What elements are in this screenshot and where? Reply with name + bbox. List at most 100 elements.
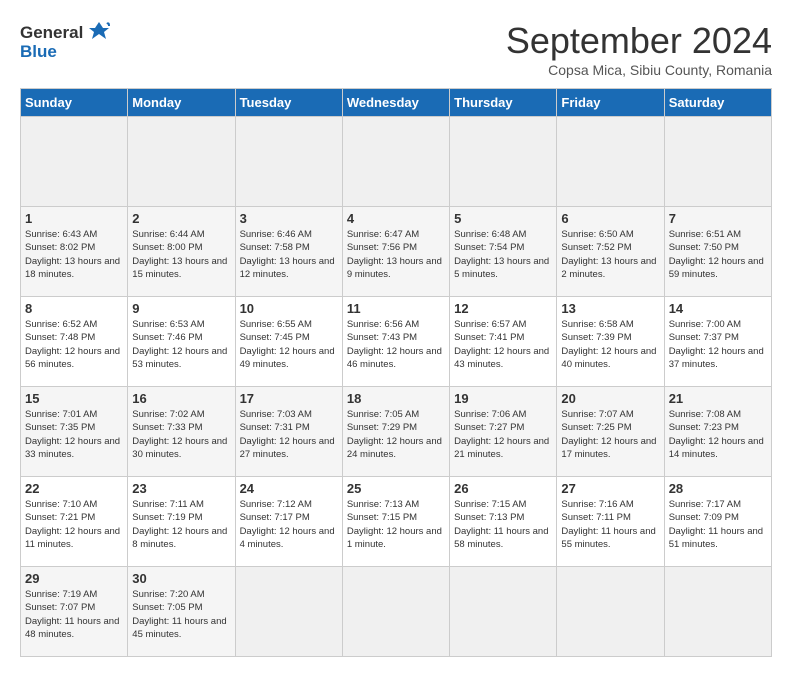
day-info: Sunrise: 6:48 AMSunset: 7:54 PMDaylight:…	[454, 228, 552, 281]
day-number: 5	[454, 211, 552, 226]
day-number: 26	[454, 481, 552, 496]
calendar-week-row: 22 Sunrise: 7:10 AMSunset: 7:21 PMDayligh…	[21, 477, 772, 567]
month-title: September 2024	[506, 20, 772, 62]
day-info: Sunrise: 6:47 AMSunset: 7:56 PMDaylight:…	[347, 228, 445, 281]
calendar-day-cell: 6 Sunrise: 6:50 AMSunset: 7:52 PMDaylight…	[557, 207, 664, 297]
calendar-header-wednesday: Wednesday	[342, 89, 449, 117]
day-info: Sunrise: 6:55 AMSunset: 7:45 PMDaylight:…	[240, 318, 338, 371]
day-info: Sunrise: 7:07 AMSunset: 7:25 PMDaylight:…	[561, 408, 659, 461]
day-number: 4	[347, 211, 445, 226]
calendar-day-cell	[128, 117, 235, 207]
day-number: 6	[561, 211, 659, 226]
day-info: Sunrise: 6:57 AMSunset: 7:41 PMDaylight:…	[454, 318, 552, 371]
calendar-header-friday: Friday	[557, 89, 664, 117]
calendar-day-cell: 3 Sunrise: 6:46 AMSunset: 7:58 PMDaylight…	[235, 207, 342, 297]
calendar-day-cell: 15Sunrise: 7:01 AMSunset: 7:35 PMDayligh…	[21, 387, 128, 477]
title-area: September 2024 Copsa Mica, Sibiu County,…	[506, 20, 772, 78]
calendar-day-cell: 28 Sunrise: 7:17 AMSunset: 7:09 PMDayligh…	[664, 477, 771, 567]
day-info: Sunrise: 6:43 AMSunset: 8:02 PMDaylight:…	[25, 228, 123, 281]
day-number: 2	[132, 211, 230, 226]
calendar-day-cell: 25Sunrise: 7:13 AMSunset: 7:15 PMDayligh…	[342, 477, 449, 567]
calendar-day-cell: 8 Sunrise: 6:52 AMSunset: 7:48 PMDaylight…	[21, 297, 128, 387]
calendar-day-cell: 21 Sunrise: 7:08 AMSunset: 7:23 PMDayligh…	[664, 387, 771, 477]
day-info: Sunrise: 7:08 AMSunset: 7:23 PMDaylight:…	[669, 408, 767, 461]
day-info: Sunrise: 6:53 AMSunset: 7:46 PMDaylight:…	[132, 318, 230, 371]
day-info: Sunrise: 7:05 AMSunset: 7:29 PMDaylight:…	[347, 408, 445, 461]
day-number: 7	[669, 211, 767, 226]
logo-blue-text: Blue	[20, 42, 57, 62]
day-number: 18	[347, 391, 445, 406]
day-info: Sunrise: 7:10 AMSunset: 7:21 PMDaylight:…	[25, 498, 123, 551]
day-info: Sunrise: 7:00 AMSunset: 7:37 PMDaylight:…	[669, 318, 767, 371]
calendar-day-cell: 4 Sunrise: 6:47 AMSunset: 7:56 PMDaylight…	[342, 207, 449, 297]
calendar-day-cell: 12 Sunrise: 6:57 AMSunset: 7:41 PMDayligh…	[450, 297, 557, 387]
day-number: 24	[240, 481, 338, 496]
calendar-day-cell: 11 Sunrise: 6:56 AMSunset: 7:43 PMDayligh…	[342, 297, 449, 387]
calendar-day-cell: 23Sunrise: 7:11 AMSunset: 7:19 PMDayligh…	[128, 477, 235, 567]
calendar-day-cell: 24Sunrise: 7:12 AMSunset: 7:17 PMDayligh…	[235, 477, 342, 567]
day-number: 14	[669, 301, 767, 316]
day-number: 16	[132, 391, 230, 406]
day-number: 21	[669, 391, 767, 406]
calendar-table: SundayMondayTuesdayWednesdayThursdayFrid…	[20, 88, 772, 657]
day-info: Sunrise: 6:56 AMSunset: 7:43 PMDaylight:…	[347, 318, 445, 371]
day-number: 11	[347, 301, 445, 316]
day-info: Sunrise: 7:17 AMSunset: 7:09 PMDaylight:…	[669, 498, 767, 551]
calendar-day-cell	[664, 117, 771, 207]
calendar-day-cell: 27Sunrise: 7:16 AMSunset: 7:11 PMDayligh…	[557, 477, 664, 567]
calendar-header-saturday: Saturday	[664, 89, 771, 117]
day-info: Sunrise: 7:06 AMSunset: 7:27 PMDaylight:…	[454, 408, 552, 461]
calendar-day-cell: 22 Sunrise: 7:10 AMSunset: 7:21 PMDayligh…	[21, 477, 128, 567]
day-number: 29	[25, 571, 123, 586]
day-number: 15	[25, 391, 123, 406]
calendar-day-cell: 10 Sunrise: 6:55 AMSunset: 7:45 PMDayligh…	[235, 297, 342, 387]
day-info: Sunrise: 7:20 AMSunset: 7:05 PMDaylight:…	[132, 588, 230, 641]
day-number: 12	[454, 301, 552, 316]
day-info: Sunrise: 7:02 AMSunset: 7:33 PMDaylight:…	[132, 408, 230, 461]
logo-icon	[87, 20, 111, 44]
calendar-day-cell: 5 Sunrise: 6:48 AMSunset: 7:54 PMDaylight…	[450, 207, 557, 297]
calendar-day-cell: 14 Sunrise: 7:00 AMSunset: 7:37 PMDayligh…	[664, 297, 771, 387]
calendar-day-cell: 26 Sunrise: 7:15 AMSunset: 7:13 PMDayligh…	[450, 477, 557, 567]
calendar-day-cell: 18 Sunrise: 7:05 AMSunset: 7:29 PMDayligh…	[342, 387, 449, 477]
calendar-week-row: 8 Sunrise: 6:52 AMSunset: 7:48 PMDaylight…	[21, 297, 772, 387]
calendar-day-cell	[21, 117, 128, 207]
day-number: 22	[25, 481, 123, 496]
calendar-week-row: 1Sunrise: 6:43 AMSunset: 8:02 PMDaylight…	[21, 207, 772, 297]
day-info: Sunrise: 6:52 AMSunset: 7:48 PMDaylight:…	[25, 318, 123, 371]
calendar-header-thursday: Thursday	[450, 89, 557, 117]
day-number: 19	[454, 391, 552, 406]
calendar-day-cell: 2Sunrise: 6:44 AMSunset: 8:00 PMDaylight…	[128, 207, 235, 297]
page-header: General Blue September 2024 Copsa Mica, …	[20, 20, 772, 78]
day-number: 20	[561, 391, 659, 406]
calendar-header-row: SundayMondayTuesdayWednesdayThursdayFrid…	[21, 89, 772, 117]
day-number: 13	[561, 301, 659, 316]
calendar-day-cell: 20 Sunrise: 7:07 AMSunset: 7:25 PMDayligh…	[557, 387, 664, 477]
day-info: Sunrise: 7:15 AMSunset: 7:13 PMDaylight:…	[454, 498, 552, 551]
day-info: Sunrise: 6:50 AMSunset: 7:52 PMDaylight:…	[561, 228, 659, 281]
day-info: Sunrise: 6:46 AMSunset: 7:58 PMDaylight:…	[240, 228, 338, 281]
day-info: Sunrise: 6:51 AMSunset: 7:50 PMDaylight:…	[669, 228, 767, 281]
location-subtitle: Copsa Mica, Sibiu County, Romania	[506, 62, 772, 78]
calendar-week-row	[21, 117, 772, 207]
day-number: 25	[347, 481, 445, 496]
day-number: 8	[25, 301, 123, 316]
calendar-day-cell	[235, 117, 342, 207]
calendar-day-cell: 16 Sunrise: 7:02 AMSunset: 7:33 PMDayligh…	[128, 387, 235, 477]
day-number: 30	[132, 571, 230, 586]
calendar-day-cell: 13Sunrise: 6:58 AMSunset: 7:39 PMDayligh…	[557, 297, 664, 387]
calendar-day-cell	[342, 117, 449, 207]
calendar-day-cell	[450, 117, 557, 207]
logo-general-text: General	[20, 24, 83, 41]
calendar-header-monday: Monday	[128, 89, 235, 117]
calendar-day-cell: 9 Sunrise: 6:53 AMSunset: 7:46 PMDaylight…	[128, 297, 235, 387]
day-number: 10	[240, 301, 338, 316]
calendar-day-cell: 19 Sunrise: 7:06 AMSunset: 7:27 PMDayligh…	[450, 387, 557, 477]
day-number: 28	[669, 481, 767, 496]
day-number: 9	[132, 301, 230, 316]
calendar-day-cell: 1Sunrise: 6:43 AMSunset: 8:02 PMDaylight…	[21, 207, 128, 297]
day-info: Sunrise: 7:03 AMSunset: 7:31 PMDaylight:…	[240, 408, 338, 461]
calendar-day-cell	[557, 117, 664, 207]
calendar-day-cell: 17Sunrise: 7:03 AMSunset: 7:31 PMDayligh…	[235, 387, 342, 477]
day-number: 3	[240, 211, 338, 226]
